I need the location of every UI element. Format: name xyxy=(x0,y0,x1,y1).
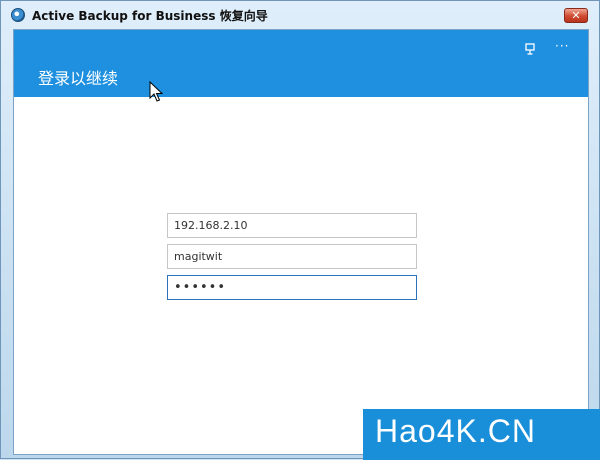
header-bar: 登录以继续 ··· xyxy=(14,30,588,97)
title-bar[interactable]: Active Backup for Business 恢复向导 ✕ xyxy=(1,1,599,29)
watermark-banner: Hao4K.CN xyxy=(363,409,600,460)
recovery-wizard-window: Active Backup for Business 恢复向导 ✕ 登录以继续 … xyxy=(0,0,600,460)
mouse-pointer-icon xyxy=(149,81,163,102)
window-title: Active Backup for Business 恢复向导 xyxy=(32,9,268,23)
more-icon[interactable]: ··· xyxy=(555,40,569,52)
username-input[interactable]: magitwit xyxy=(167,244,417,269)
screen-icon[interactable] xyxy=(525,43,537,55)
close-button[interactable]: ✕ xyxy=(564,8,588,23)
password-input[interactable]: •••••• xyxy=(167,275,417,300)
page-title: 登录以继续 xyxy=(38,69,119,88)
app-logo-icon xyxy=(11,8,25,22)
wizard-content: 登录以继续 ··· 192.168.2.10 magitwit •••••• xyxy=(13,29,589,455)
watermark-text: Hao4K.CN xyxy=(375,413,536,449)
server-address-input[interactable]: 192.168.2.10 xyxy=(167,213,417,238)
